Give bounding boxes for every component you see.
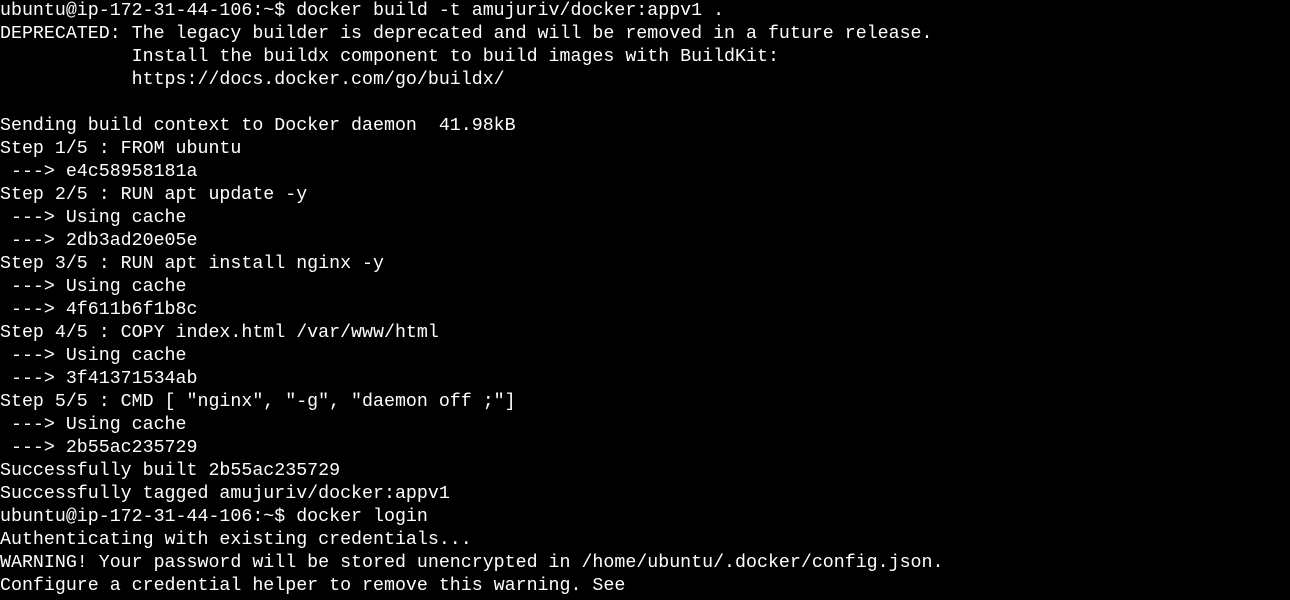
step-3-hash: ---> 4f611b6f1b8c bbox=[0, 300, 198, 320]
step-4-cache: ---> Using cache bbox=[0, 346, 187, 366]
step-2-cache: ---> Using cache bbox=[0, 208, 187, 228]
credential-helper-line: Configure a credential helper to remove … bbox=[0, 576, 626, 596]
step-1-line: Step 1/5 : FROM ubuntu bbox=[0, 139, 242, 159]
command-line-docker-build: ubuntu@ip-172-31-44-106:~$ docker build … bbox=[0, 1, 725, 21]
terminal-window[interactable]: ubuntu@ip-172-31-44-106:~$ docker build … bbox=[0, 0, 1290, 600]
buildx-install-notice: Install the buildx component to build im… bbox=[0, 47, 779, 67]
step-5-cache: ---> Using cache bbox=[0, 415, 187, 435]
buildx-docs-url: https://docs.docker.com/go/buildx/ bbox=[0, 70, 505, 90]
step-1-hash: ---> e4c58958181a bbox=[0, 162, 198, 182]
deprecated-notice: DEPRECATED: The legacy builder is deprec… bbox=[0, 24, 933, 44]
build-success-line: Successfully built 2b55ac235729 bbox=[0, 461, 341, 481]
step-2-line: Step 2/5 : RUN apt update -y bbox=[0, 185, 308, 205]
step-5-hash: ---> 2b55ac235729 bbox=[0, 438, 198, 458]
step-5-line: Step 5/5 : CMD [ "nginx", "-g", "daemon … bbox=[0, 392, 516, 412]
authenticating-line: Authenticating with existing credentials… bbox=[0, 530, 472, 550]
command-line-docker-login: ubuntu@ip-172-31-44-106:~$ docker login bbox=[0, 507, 428, 527]
warning-line: WARNING! Your password will be stored un… bbox=[0, 553, 944, 573]
step-3-cache: ---> Using cache bbox=[0, 277, 187, 297]
step-2-hash: ---> 2db3ad20e05e bbox=[0, 231, 198, 251]
step-3-line: Step 3/5 : RUN apt install nginx -y bbox=[0, 254, 384, 274]
build-context-line: Sending build context to Docker daemon 4… bbox=[0, 116, 516, 136]
step-4-line: Step 4/5 : COPY index.html /var/www/html bbox=[0, 323, 439, 343]
step-4-hash: ---> 3f41371534ab bbox=[0, 369, 198, 389]
tag-success-line: Successfully tagged amujuriv/docker:appv… bbox=[0, 484, 450, 504]
